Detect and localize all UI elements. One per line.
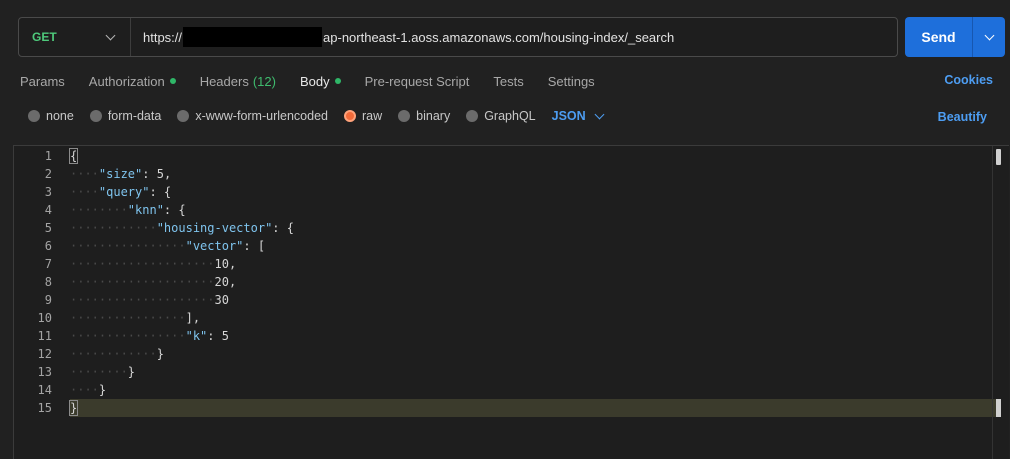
status-dot-icon	[334, 78, 341, 84]
tab-authorization[interactable]: Authorization	[89, 73, 176, 89]
line-number: 14	[37, 383, 52, 397]
method-label: GET	[32, 30, 57, 44]
headers-count: (12)	[252, 73, 276, 89]
code-editor[interactable]: 1 2 3 4 5 6 7 8 9 10 11 12 13 14 15 {····"size": 5, ···…	[13, 145, 1009, 459]
chevron-down-icon	[984, 30, 994, 40]
radio-raw[interactable]: raw	[344, 109, 382, 123]
code-line: ····"query": {	[70, 185, 172, 199]
line-number: 7	[44, 257, 52, 271]
code-line: {	[68, 148, 79, 164]
line-number: 11	[37, 329, 52, 343]
line-number: 4	[44, 203, 52, 217]
radio-binary[interactable]: binary	[398, 109, 450, 123]
line-number: 10	[37, 311, 52, 325]
radio-icon	[89, 110, 102, 122]
redacted-host	[183, 27, 323, 47]
tab-label: Body	[299, 73, 330, 89]
radio-icon	[28, 110, 40, 122]
tab-params[interactable]: Params	[20, 73, 65, 89]
url-input[interactable]: https:// ap-northeast-1.aoss.amazonaws.co…	[131, 18, 897, 56]
radio-icon	[398, 110, 411, 122]
current-line-highlight	[70, 399, 1000, 417]
tab-label: Authorization	[88, 73, 165, 89]
tab-label: Pre-request Script	[364, 73, 470, 89]
code-line: ····}	[70, 383, 107, 397]
radio-label: none	[46, 109, 74, 123]
tab-label: Headers	[199, 73, 249, 89]
scrollbar-track	[992, 146, 993, 459]
line-number: 13	[37, 365, 52, 379]
line-number: 15	[37, 401, 52, 415]
url-bar: GET https:// ap-northeast-1.aoss.amazonaw…	[18, 17, 898, 57]
code-line: ····"size": 5,	[70, 167, 172, 181]
radio-none[interactable]: none	[28, 109, 74, 123]
code-line: ················"vector": [	[70, 239, 266, 253]
radio-label: binary	[416, 109, 451, 123]
status-dot-icon	[169, 78, 176, 84]
radio-label: GraphQL	[484, 109, 536, 123]
code-line: ········"knn": {	[70, 203, 186, 217]
tab-label: Tests	[493, 73, 524, 89]
code-line: ················"k": 5	[70, 329, 229, 343]
radio-form-data[interactable]: form-data	[89, 109, 162, 123]
radio-x-www-form-urlencoded[interactable]: x-www-form-urlencoded	[177, 109, 328, 123]
radio-selected-icon	[344, 110, 356, 122]
code-line: ····················10,	[70, 257, 237, 271]
cookies-link[interactable]: Cookies	[944, 73, 993, 87]
code-line: ········}	[70, 365, 136, 379]
line-number: 2	[44, 167, 52, 181]
code-line: ············}	[70, 347, 164, 361]
radio-icon	[177, 110, 190, 122]
tab-label: Settings	[547, 73, 595, 89]
radio-label: raw	[362, 109, 383, 123]
send-button[interactable]: Send	[905, 17, 972, 57]
line-number: 8	[44, 275, 52, 289]
radio-label: x-www-form-urlencoded	[195, 109, 328, 123]
line-number: 3	[44, 185, 52, 199]
chevron-down-icon	[105, 30, 116, 40]
code-line: }	[68, 400, 79, 416]
line-number: 6	[44, 239, 52, 253]
radio-label: form-data	[107, 109, 162, 123]
scrollbar-thumb[interactable]	[996, 149, 1001, 165]
url-suffix: ap-northeast-1.aoss.amazonaws.com/housin…	[323, 29, 675, 45]
request-tabs: Params Authorization Headers (12) Body Pr…	[20, 73, 619, 89]
radio-icon	[466, 110, 479, 122]
code-line: ····················30	[70, 293, 229, 307]
tab-settings[interactable]: Settings	[548, 73, 595, 89]
line-number: 1	[44, 149, 52, 163]
tab-tests[interactable]: Tests	[493, 73, 523, 89]
tab-label: Params	[20, 73, 65, 89]
tab-headers[interactable]: Headers (12)	[200, 73, 276, 89]
line-number: 12	[37, 347, 52, 361]
code-line: ····················20,	[70, 275, 237, 289]
code-line: ············"housing-vector": {	[70, 221, 294, 235]
url-prefix: https://	[143, 29, 183, 45]
method-select[interactable]: GET	[19, 18, 131, 56]
body-type-options: none form-data x-www-form-urlencoded raw…	[28, 109, 605, 123]
send-options-button[interactable]	[973, 17, 1005, 57]
line-number: 5	[44, 221, 52, 235]
beautify-button[interactable]: Beautify	[938, 110, 987, 124]
chevron-down-icon	[594, 109, 605, 119]
line-number: 9	[44, 293, 52, 307]
format-select[interactable]: JSON	[551, 109, 605, 123]
format-label: JSON	[551, 109, 586, 123]
radio-graphql[interactable]: GraphQL	[466, 109, 536, 123]
tab-body[interactable]: Body	[300, 73, 341, 89]
send-button-group: Send	[905, 17, 1005, 57]
cursor-marker	[996, 399, 1001, 417]
tab-pre-request-script[interactable]: Pre-request Script	[365, 73, 470, 89]
code-line: ················],	[70, 311, 201, 325]
